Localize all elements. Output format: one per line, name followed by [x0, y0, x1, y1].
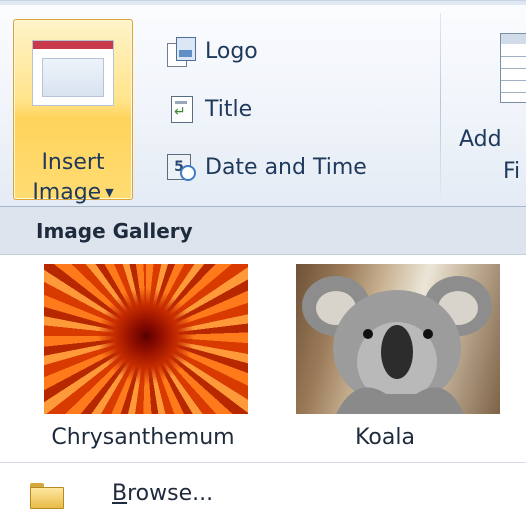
ribbon: Insert Image▼ Logo Title 5 Date and Time… — [0, 0, 526, 207]
ribbon-top-border — [0, 1, 526, 5]
insert-image-label-line1: Insert — [41, 150, 105, 175]
gallery-header: Image Gallery — [0, 207, 526, 255]
gallery-item-koala[interactable]: Koala — [270, 262, 500, 462]
gallery-item-label: Chrysanthemum — [51, 425, 235, 450]
title-label: Title — [205, 96, 253, 122]
ribbon-group-divider — [440, 13, 441, 198]
insert-image-button[interactable]: Insert Image ▼ — [13, 19, 133, 205]
dropdown-arrow-icon: ▼ — [105, 186, 114, 199]
logo-label: Logo — [205, 38, 258, 64]
date-time-icon: 5 — [165, 151, 197, 183]
browse-label-rest: rowse... — [127, 481, 214, 506]
title-icon — [165, 93, 197, 125]
add-fields-label-line2[interactable]: Fi — [503, 159, 520, 184]
logo-icon — [165, 35, 197, 67]
gallery-separator — [0, 462, 526, 463]
browse-access-key: B — [112, 481, 128, 506]
gallery-item-label: Koala — [355, 425, 415, 450]
koala-thumbnail — [296, 264, 500, 414]
date-time-label: Date and Time — [205, 154, 367, 180]
gallery-item-chrysanthemum[interactable]: Chrysanthemum — [28, 262, 258, 462]
add-fields-label-line1[interactable]: Add — [459, 127, 502, 152]
title-button[interactable]: Title — [165, 91, 252, 127]
gallery-title: Image Gallery — [36, 219, 193, 243]
insert-image-dropdown: Image Gallery Chrysanthemum Koala Browse… — [0, 206, 526, 525]
insert-image-label-text: Image — [32, 180, 102, 205]
folder-icon — [30, 483, 64, 509]
browse-menu-item[interactable]: Browse... — [0, 469, 526, 521]
add-existing-fields-icon[interactable] — [500, 33, 526, 103]
insert-image-label-line2: Image ▼ — [14, 180, 132, 206]
picture-icon — [32, 40, 114, 106]
koala-image — [302, 276, 492, 414]
browse-label: Browse... — [112, 481, 213, 506]
logo-button[interactable]: Logo — [165, 33, 258, 69]
date-time-button[interactable]: 5 Date and Time — [165, 149, 367, 185]
chrysanthemum-thumbnail — [44, 264, 248, 414]
